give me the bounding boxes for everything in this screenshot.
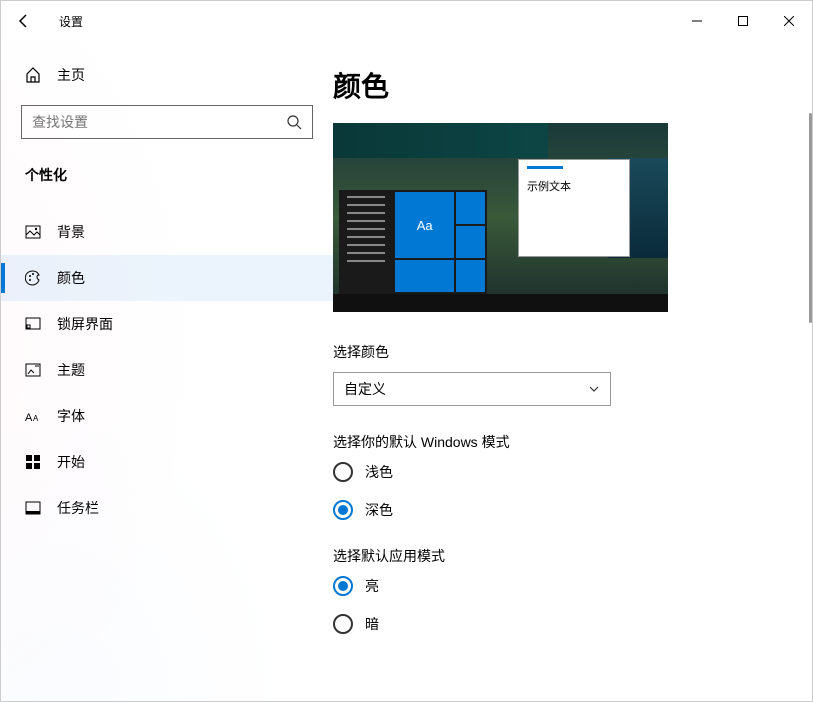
window-controls [674, 1, 812, 41]
radio-icon [333, 500, 353, 520]
svg-text:A: A [25, 412, 33, 424]
color-preview: Aa 示例文本 [333, 123, 668, 312]
close-button[interactable] [766, 1, 812, 41]
image-icon [25, 224, 41, 240]
app-mode-light[interactable]: 亮 [333, 576, 782, 596]
arrow-left-icon [16, 13, 32, 29]
sidebar-item-lockscreen[interactable]: 锁屏界面 [1, 301, 333, 347]
preview-sample-text: 示例文本 [527, 178, 571, 194]
home-label: 主页 [57, 65, 85, 85]
sidebar-item-themes[interactable]: 主题 [1, 347, 333, 393]
windows-mode-dark[interactable]: 深色 [333, 500, 782, 520]
taskbar-icon [25, 500, 41, 516]
palette-icon [25, 270, 41, 286]
back-button[interactable] [1, 1, 47, 41]
start-icon [25, 454, 41, 470]
sidebar-item-background[interactable]: 背景 [1, 209, 333, 255]
window-title: 设置 [59, 13, 83, 30]
sidebar-item-colors[interactable]: 颜色 [1, 255, 333, 301]
nav-items: 背景 颜色 锁屏界面 主题 [1, 209, 333, 531]
chevron-down-icon [588, 383, 600, 395]
home-icon [25, 67, 41, 83]
theme-icon [25, 362, 41, 378]
search-input[interactable] [32, 114, 286, 130]
app-mode-dark[interactable]: 暗 [333, 614, 782, 634]
radio-icon [333, 576, 353, 596]
windows-mode-label: 选择你的默认 Windows 模式 [333, 432, 782, 452]
app-mode-label: 选择默认应用模式 [333, 546, 782, 566]
windows-mode-light[interactable]: 浅色 [333, 462, 782, 482]
main-content: 颜色 Aa [333, 41, 812, 701]
maximize-button[interactable] [720, 1, 766, 41]
maximize-icon [738, 16, 748, 26]
color-select-value: 自定义 [344, 379, 386, 399]
sidebar-item-taskbar[interactable]: 任务栏 [1, 485, 333, 531]
lockscreen-icon [25, 316, 41, 332]
home-link[interactable]: 主页 [1, 55, 333, 95]
close-icon [784, 16, 794, 26]
sidebar-item-start[interactable]: 开始 [1, 439, 333, 485]
preview-tile-glyph: Aa [395, 192, 454, 258]
radio-icon [333, 614, 353, 634]
color-select-dropdown[interactable]: 自定义 [333, 372, 611, 406]
radio-icon [333, 462, 353, 482]
minimize-icon [692, 16, 702, 26]
color-select-label: 选择颜色 [333, 342, 782, 362]
scrollbar[interactable] [809, 113, 812, 323]
sidebar: 主页 个性化 背景 颜色 [1, 41, 333, 701]
search-icon [286, 114, 302, 130]
font-icon: AA [25, 408, 41, 424]
section-heading: 个性化 [1, 157, 333, 193]
page-title: 颜色 [333, 65, 782, 105]
search-box[interactable] [21, 105, 313, 139]
title-bar: 设置 [1, 1, 812, 41]
sidebar-item-fonts[interactable]: AA 字体 [1, 393, 333, 439]
minimize-button[interactable] [674, 1, 720, 41]
svg-text:A: A [33, 414, 39, 423]
